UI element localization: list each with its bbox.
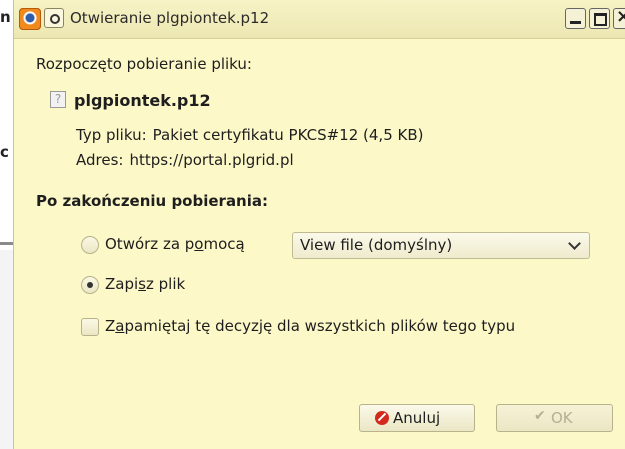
remember-decision-label[interactable]: Zapamiętaj tę decyzję dla wszystkich pli… <box>105 317 515 335</box>
background-text-fragment: c <box>0 143 9 161</box>
open-with-select-value: View file (domyślny) <box>300 236 453 254</box>
title-bar[interactable]: Otwieranie plgpiontek.p12 <box>14 0 625 39</box>
open-with-radio[interactable] <box>81 236 99 254</box>
after-download-heading: Po zakończeniu pobierania: <box>36 192 269 210</box>
ok-button-label: OK <box>551 409 573 427</box>
background-divider <box>0 242 14 245</box>
file-type-value: Pakiet certyfikatu PKCS#12 (4,5 KB) <box>152 126 424 144</box>
ok-button[interactable]: ✔ OK <box>496 404 613 432</box>
firefox-icon <box>19 8 41 30</box>
window-title: Otwieranie plgpiontek.p12 <box>70 9 270 27</box>
maximize-button[interactable] <box>589 8 610 29</box>
window-menu-button[interactable] <box>44 8 64 28</box>
open-with-label[interactable]: Otwórz za pomocą <box>105 235 245 253</box>
file-name: plgpiontek.p12 <box>74 91 211 110</box>
save-file-label[interactable]: Zapisz plik <box>105 275 185 293</box>
close-button[interactable] <box>613 6 625 29</box>
cancel-icon <box>375 411 389 425</box>
background-panel <box>0 250 14 449</box>
download-dialog: Otwieranie plgpiontek.p12 Rozpoczęto pob… <box>13 0 625 449</box>
save-file-radio[interactable] <box>81 276 99 294</box>
background-text-fragment: n <box>0 8 11 26</box>
file-type-label: Typ pliku: <box>76 126 147 144</box>
file-address-row: Adres: https://portal.plgrid.pl <box>76 151 294 169</box>
download-intro-text: Rozpoczęto pobieranie pliku: <box>36 55 252 73</box>
cancel-button[interactable]: Anuluj <box>359 404 475 432</box>
remember-decision-checkbox[interactable] <box>81 318 99 336</box>
file-address-label: Adres: <box>76 151 124 169</box>
chevron-down-icon <box>568 237 581 250</box>
open-with-select[interactable]: View file (domyślny) <box>292 232 590 259</box>
checkmark-icon: ✔ <box>534 408 546 424</box>
file-address-value: https://portal.plgrid.pl <box>129 151 294 169</box>
cancel-button-label: Anuluj <box>393 409 441 427</box>
minimize-button[interactable] <box>565 8 586 29</box>
unknown-file-icon: ? <box>50 91 66 108</box>
file-type-row: Typ pliku: Pakiet certyfikatu PKCS#12 (4,… <box>76 126 424 144</box>
